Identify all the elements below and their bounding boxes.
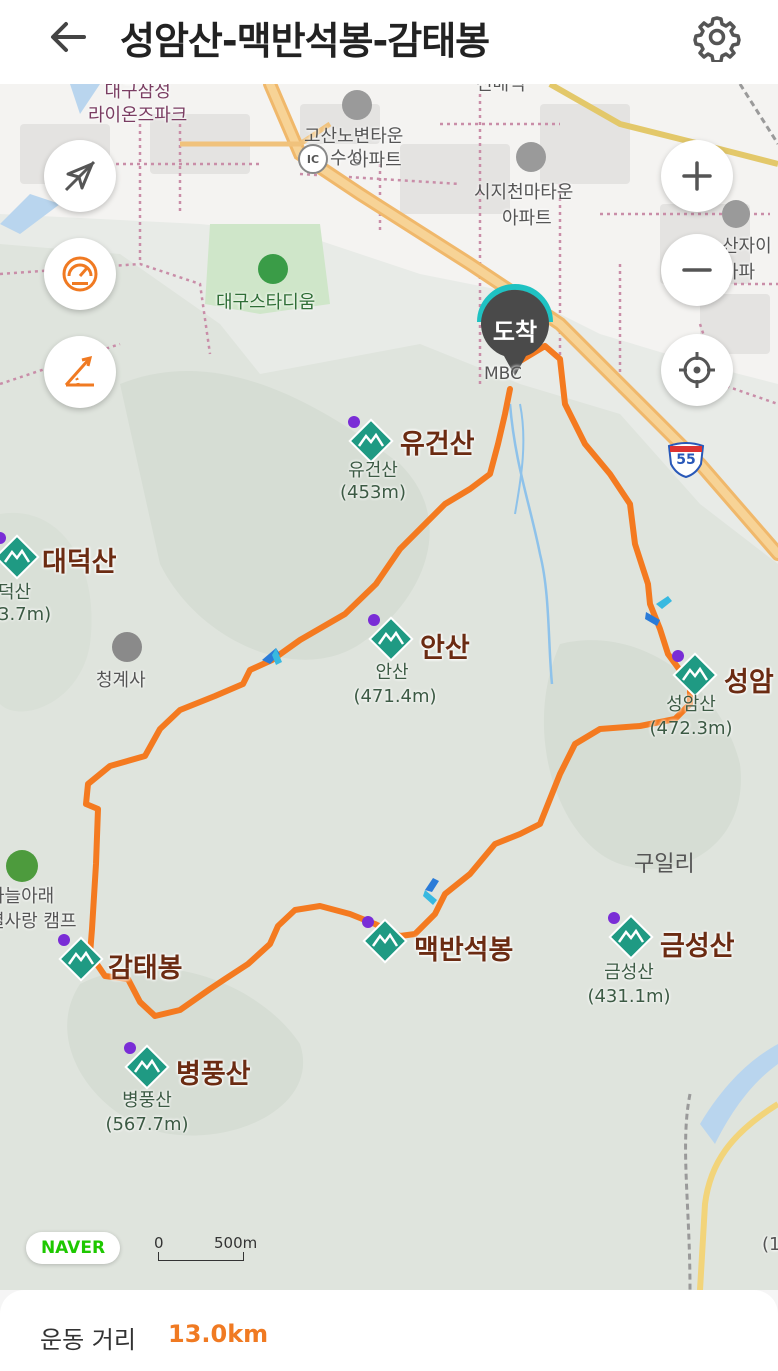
poi-stadium: 대구스타디움 [216, 292, 316, 313]
locate-icon [679, 352, 715, 388]
map-scale: 0 500m [154, 1234, 264, 1264]
mountain-icon [124, 1042, 170, 1090]
distance-label: 운동 거리 [40, 1326, 136, 1354]
apartment-icon [516, 142, 546, 172]
scale-bar [158, 1252, 244, 1261]
peak-name: 금성산 [660, 931, 735, 962]
poi-mbc: MBC [484, 364, 522, 384]
peak-marker[interactable]: 병풍산 병풍산 (567.7m) [105, 1042, 251, 1135]
poi-campsite: 하늘아래 별사랑 캠프 [0, 886, 77, 932]
poi-sijicheon: 시지천마타운 [474, 182, 574, 203]
stats-panel: 운동 거리 13.0km [0, 1290, 778, 1371]
peak-marker[interactable]: 대덕산 덕산 3.7m) [0, 532, 117, 625]
peak-elevation: (431.1m) [587, 986, 671, 1007]
map-view[interactable]: 도착 55 대구삼성 라이온즈파크 고산노변타운 IC 수성 아파트 시지천마타… [0, 84, 778, 1290]
poi-cheonggyesa: 청계사 [96, 670, 146, 691]
highway-number: 55 [676, 452, 696, 468]
slope-button[interactable] [44, 336, 116, 408]
peak-sub-name: 성암산 [666, 694, 716, 715]
peak-name: 성암 [724, 667, 774, 698]
peak-elevation: (472.3m) [649, 718, 733, 739]
peak-name: 맥반석봉 [414, 935, 514, 966]
peak-elevation: (567.7m) [105, 1114, 189, 1135]
poi-top-road: 신매역 [476, 84, 526, 95]
zoom-in-button[interactable] [661, 140, 733, 212]
speedometer-icon [62, 256, 98, 292]
mountain-icon [368, 614, 414, 662]
distance-value: 13.0km [168, 1320, 269, 1348]
scale-distance: 500m [214, 1234, 258, 1252]
my-location-button[interactable] [661, 334, 733, 406]
arrival-pin-label: 도착 [492, 318, 538, 346]
mountain-icon [608, 912, 654, 960]
peak-marker[interactable]: 맥반석봉 [360, 916, 513, 968]
mountain-icon [362, 916, 408, 964]
campsite-icon [6, 850, 38, 882]
peak-marker[interactable]: 금성산 금성산 (431.1m) [587, 912, 735, 1007]
peak-elevation: (453m) [340, 482, 406, 503]
peak-elevation: (471.4m) [353, 686, 437, 707]
stats-sheet: 운동 거리 13.0km [0, 1290, 778, 1371]
peak-sub-name: 유건산 [348, 460, 398, 481]
poi-lions-park: 대구삼성 라이온즈파크 [88, 84, 188, 126]
temple-icon [112, 632, 142, 662]
peak-marker[interactable]: 성암 성암산 (472.3m) [649, 650, 774, 739]
poi-guilri: 구일리 [634, 852, 695, 877]
mountain-icon [672, 650, 718, 698]
gear-icon[interactable] [692, 12, 742, 64]
compass-off-icon [64, 160, 96, 192]
mountain-icon [348, 416, 394, 464]
zoom-out-button[interactable] [661, 234, 733, 306]
zoom-in-icon [682, 161, 712, 191]
peak-name: 대덕산 [42, 547, 117, 578]
highway-shield-icon: 55 [666, 442, 706, 479]
naver-logo: NAVER [26, 1232, 120, 1264]
mountain-icon [58, 934, 104, 982]
zoom-out-icon [682, 268, 712, 272]
route-direction-arrow [423, 878, 439, 905]
peak-sub-name: 안산 [375, 662, 409, 683]
speed-button[interactable] [44, 238, 116, 310]
poi-sijicheon-apt: 아파트 [502, 208, 552, 229]
peak-sub-name: 덕산 [0, 582, 32, 603]
ic-badge-icon: IC [298, 144, 328, 174]
apartment-icon [342, 90, 372, 120]
peak-name: 감태봉 [108, 953, 183, 984]
back-arrow-icon[interactable] [46, 14, 92, 60]
peak-name: 병풍산 [176, 1059, 251, 1090]
compass-toggle-button[interactable] [44, 140, 116, 212]
peak-marker[interactable]: 안산 안산 (471.4m) [353, 614, 470, 707]
stadium-icon [258, 254, 288, 284]
peak-marker[interactable]: 유건산 유건산 (453m) [340, 416, 475, 503]
peak-name: 안산 [420, 633, 470, 664]
mountain-icon [0, 532, 40, 580]
ic-badge-label: IC [306, 152, 320, 166]
poi-right-edge: (1 [762, 1234, 778, 1255]
angle-icon [64, 355, 94, 387]
page-title: 성암산-맥반석봉-감태봉 [120, 19, 490, 63]
peak-marker[interactable]: 감태봉 [56, 934, 183, 986]
poi-gosan-apt: 아파트 [352, 150, 402, 171]
peak-elevation: 3.7m) [0, 604, 52, 625]
scale-zero: 0 [154, 1234, 164, 1252]
top-bar: 성암산-맥반석봉-감태봉 [0, 0, 778, 84]
peak-name: 유건산 [400, 429, 475, 460]
peak-sub-name: 병풍산 [122, 1090, 172, 1111]
apartment-icon [722, 200, 750, 228]
peak-sub-name: 금성산 [604, 962, 654, 983]
